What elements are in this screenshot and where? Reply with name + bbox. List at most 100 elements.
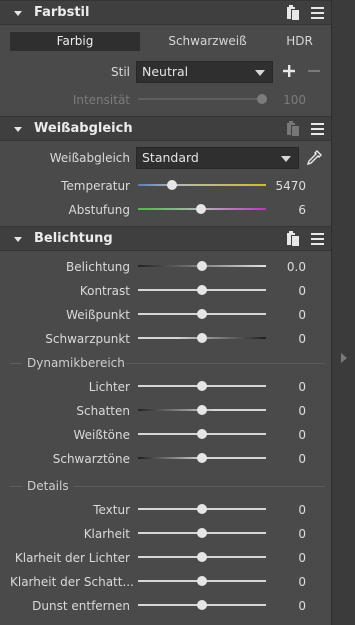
temperatur-slider[interactable]	[138, 179, 266, 191]
weisspunkt-label: Weißpunkt	[66, 308, 130, 322]
stil-dropdown-value: Neutral	[142, 64, 189, 79]
slider-thumb[interactable]	[197, 552, 207, 562]
copy-settings-icon[interactable]	[285, 231, 301, 247]
intensitaet-value: 100	[283, 93, 306, 107]
divider	[126, 363, 325, 364]
group-label-details: Details	[27, 479, 69, 493]
schwarztoene-value: 0	[298, 452, 306, 466]
kontrast-slider[interactable]	[138, 284, 266, 296]
klarheit-lichter-slider[interactable]	[138, 551, 266, 563]
belichtung-value: 0.0	[286, 260, 306, 274]
minus-icon[interactable]	[308, 65, 320, 77]
panel-scrollbar[interactable]	[331, 0, 355, 625]
klarheit-schatten-value: 0	[298, 575, 306, 589]
temperatur-label: Temperatur	[61, 179, 130, 193]
slider-thumb[interactable]	[197, 309, 207, 319]
slider-thumb[interactable]	[197, 381, 207, 391]
intensitaet-slider[interactable]	[138, 93, 267, 105]
slider-thumb[interactable]	[197, 600, 207, 610]
textur-value: 0	[298, 503, 306, 517]
plus-icon[interactable]	[283, 65, 295, 77]
klarheit-lichter-value: 0	[298, 551, 306, 565]
wb-dropdown[interactable]: Standard	[136, 147, 299, 169]
wb-label: Weißabgleich	[49, 151, 130, 165]
section-header-belichtung[interactable]: Belichtung	[0, 226, 331, 251]
section-header-weissabgleich[interactable]: Weißabgleich	[0, 116, 331, 141]
temperature-track	[138, 184, 266, 186]
settings-panel: Farbstil Farbig Schwarzweiß HDR Stil Neu…	[0, 0, 331, 625]
abstufung-value: 6	[298, 203, 306, 217]
collapse-triangle-icon[interactable]	[14, 127, 22, 132]
slider-thumb[interactable]	[167, 180, 177, 190]
klarheit-schatten-slider[interactable]	[138, 575, 266, 587]
hamburger-menu-icon[interactable]	[311, 6, 324, 20]
temperatur-value: 5470	[275, 179, 306, 193]
kontrast-value: 0	[298, 284, 306, 298]
divider	[10, 363, 22, 364]
slider-thumb[interactable]	[197, 528, 207, 538]
stil-dropdown[interactable]: Neutral	[136, 61, 273, 83]
section-header-farbstil[interactable]: Farbstil	[0, 0, 331, 25]
lichter-label: Lichter	[88, 380, 130, 394]
schwarztoene-slider[interactable]	[138, 452, 266, 464]
abstufung-label: Abstufung	[68, 203, 130, 217]
slider-thumb[interactable]	[197, 429, 207, 439]
collapse-triangle-icon[interactable]	[14, 237, 22, 242]
belichtung-slider[interactable]	[138, 260, 266, 272]
divider	[74, 486, 325, 487]
copy-settings-icon[interactable]	[285, 121, 301, 137]
tab-hdr[interactable]: HDR	[275, 32, 324, 51]
eyedropper-icon[interactable]	[306, 150, 322, 166]
belichtung-label: Belichtung	[65, 260, 130, 274]
schatten-slider[interactable]	[138, 404, 266, 416]
slider-thumb[interactable]	[197, 261, 207, 271]
dunst-entfernen-label: Dunst entfernen	[32, 599, 130, 613]
group-label-dynamikbereich: Dynamikbereich	[27, 356, 125, 370]
slider-thumb[interactable]	[197, 576, 207, 586]
copy-settings-icon[interactable]	[285, 5, 301, 21]
lichter-value: 0	[298, 380, 306, 394]
tab-farbig[interactable]: Farbig	[10, 32, 140, 51]
section-title-belichtung: Belichtung	[34, 231, 113, 246]
schwarzpunkt-value: 0	[298, 332, 306, 346]
slider-thumb[interactable]	[197, 333, 207, 343]
divider	[10, 486, 22, 487]
hamburger-menu-icon[interactable]	[311, 122, 324, 136]
wb-dropdown-value: Standard	[142, 150, 199, 165]
schwarzpunkt-slider[interactable]	[138, 332, 266, 344]
textur-slider[interactable]	[138, 503, 266, 515]
klarheit-label: Klarheit	[83, 527, 130, 541]
textur-label: Textur	[93, 503, 130, 517]
schwarztoene-label: Schwarztöne	[52, 452, 130, 466]
collapse-triangle-icon[interactable]	[14, 11, 22, 16]
section-title-weissabgleich: Weißabgleich	[34, 121, 133, 136]
slider-thumb[interactable]	[197, 405, 207, 415]
dunst-entfernen-slider[interactable]	[138, 599, 266, 611]
abstufung-slider[interactable]	[138, 203, 266, 215]
klarheit-schatten-label: Klarheit der Schatt...	[10, 575, 134, 589]
kontrast-label: Kontrast	[79, 284, 130, 298]
weisstoene-slider[interactable]	[138, 428, 266, 440]
tab-schwarzweiss[interactable]: Schwarzweiß	[140, 32, 275, 51]
intensitaet-label: Intensität	[72, 93, 130, 107]
slider-track	[138, 98, 266, 100]
weisspunkt-slider[interactable]	[138, 308, 266, 320]
schatten-value: 0	[298, 404, 306, 418]
expand-panel-arrow-icon[interactable]	[341, 353, 347, 363]
schwarzpunkt-label: Schwarzpunkt	[45, 332, 130, 346]
klarheit-lichter-label: Klarheit der Lichter	[14, 551, 130, 565]
hamburger-menu-icon[interactable]	[311, 232, 324, 246]
schatten-label: Schatten	[76, 404, 130, 418]
slider-thumb[interactable]	[197, 453, 207, 463]
slider-thumb[interactable]	[197, 504, 207, 514]
section-title-farbstil: Farbstil	[34, 5, 90, 20]
color-style-segmented-control: Farbig Schwarzweiß HDR	[10, 32, 324, 51]
weisstoene-label: Weißtöne	[73, 428, 130, 442]
slider-thumb[interactable]	[196, 204, 206, 214]
klarheit-slider[interactable]	[138, 527, 266, 539]
weisspunkt-value: 0	[298, 308, 306, 322]
lichter-slider[interactable]	[138, 380, 266, 392]
stil-label: Stil	[111, 65, 130, 79]
klarheit-value: 0	[298, 527, 306, 541]
slider-thumb[interactable]	[197, 285, 207, 295]
